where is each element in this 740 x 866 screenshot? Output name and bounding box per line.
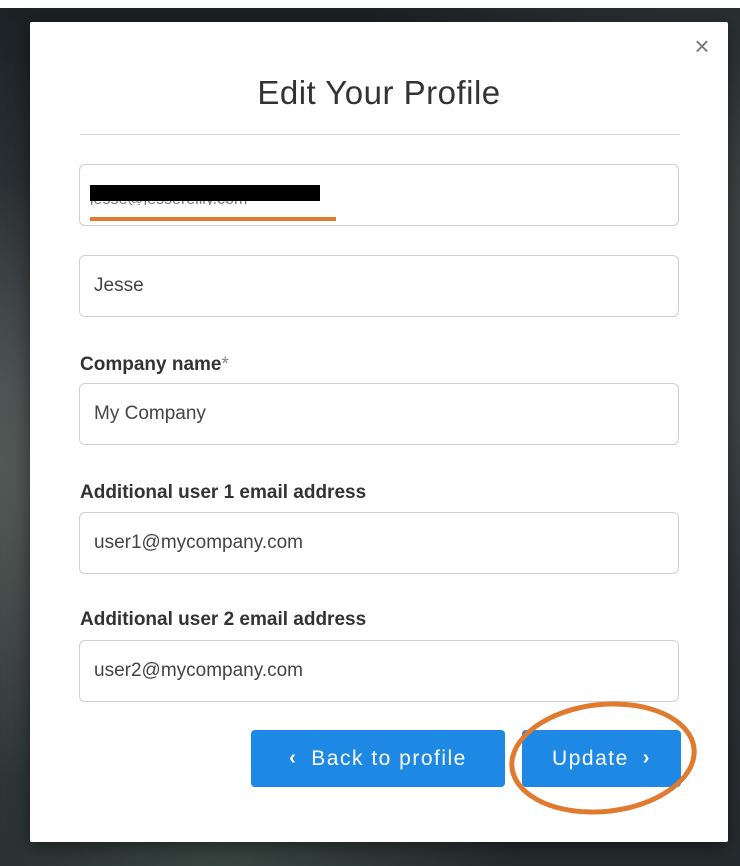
first-name-field[interactable] [79,255,679,317]
close-icon[interactable]: × [690,33,714,59]
annotation-underline [90,217,336,221]
additional-user-2-input[interactable] [80,641,678,701]
back-to-profile-label: Back to profile [311,746,467,770]
email-field[interactable]: jesse@jessereilly.com [79,164,679,226]
back-to-profile-button[interactable]: ‹ Back to profile [251,730,505,787]
edit-profile-modal: × Edit Your Profile jesse@jessereilly.co… [30,22,728,842]
additional-user-2-label: Additional user 2 email address [80,609,367,630]
additional-user-2-field[interactable] [79,640,679,702]
company-name-label: Company name* [80,354,229,375]
company-name-field[interactable] [79,383,679,445]
first-name-input[interactable] [80,256,678,316]
update-label: Update [552,746,629,770]
chevron-left-icon: ‹ [289,747,298,769]
chevron-right-icon: › [642,747,651,769]
additional-user-1-label: Additional user 1 email address [80,482,367,503]
additional-user-1-input[interactable] [80,513,678,573]
required-asterisk: * [221,354,229,375]
additional-user-1-field[interactable] [79,512,679,574]
modal-title: Edit Your Profile [257,74,501,111]
title-divider [80,134,680,135]
redaction-bar [90,185,320,201]
update-button[interactable]: Update › [522,730,681,787]
company-name-input[interactable] [80,384,678,444]
